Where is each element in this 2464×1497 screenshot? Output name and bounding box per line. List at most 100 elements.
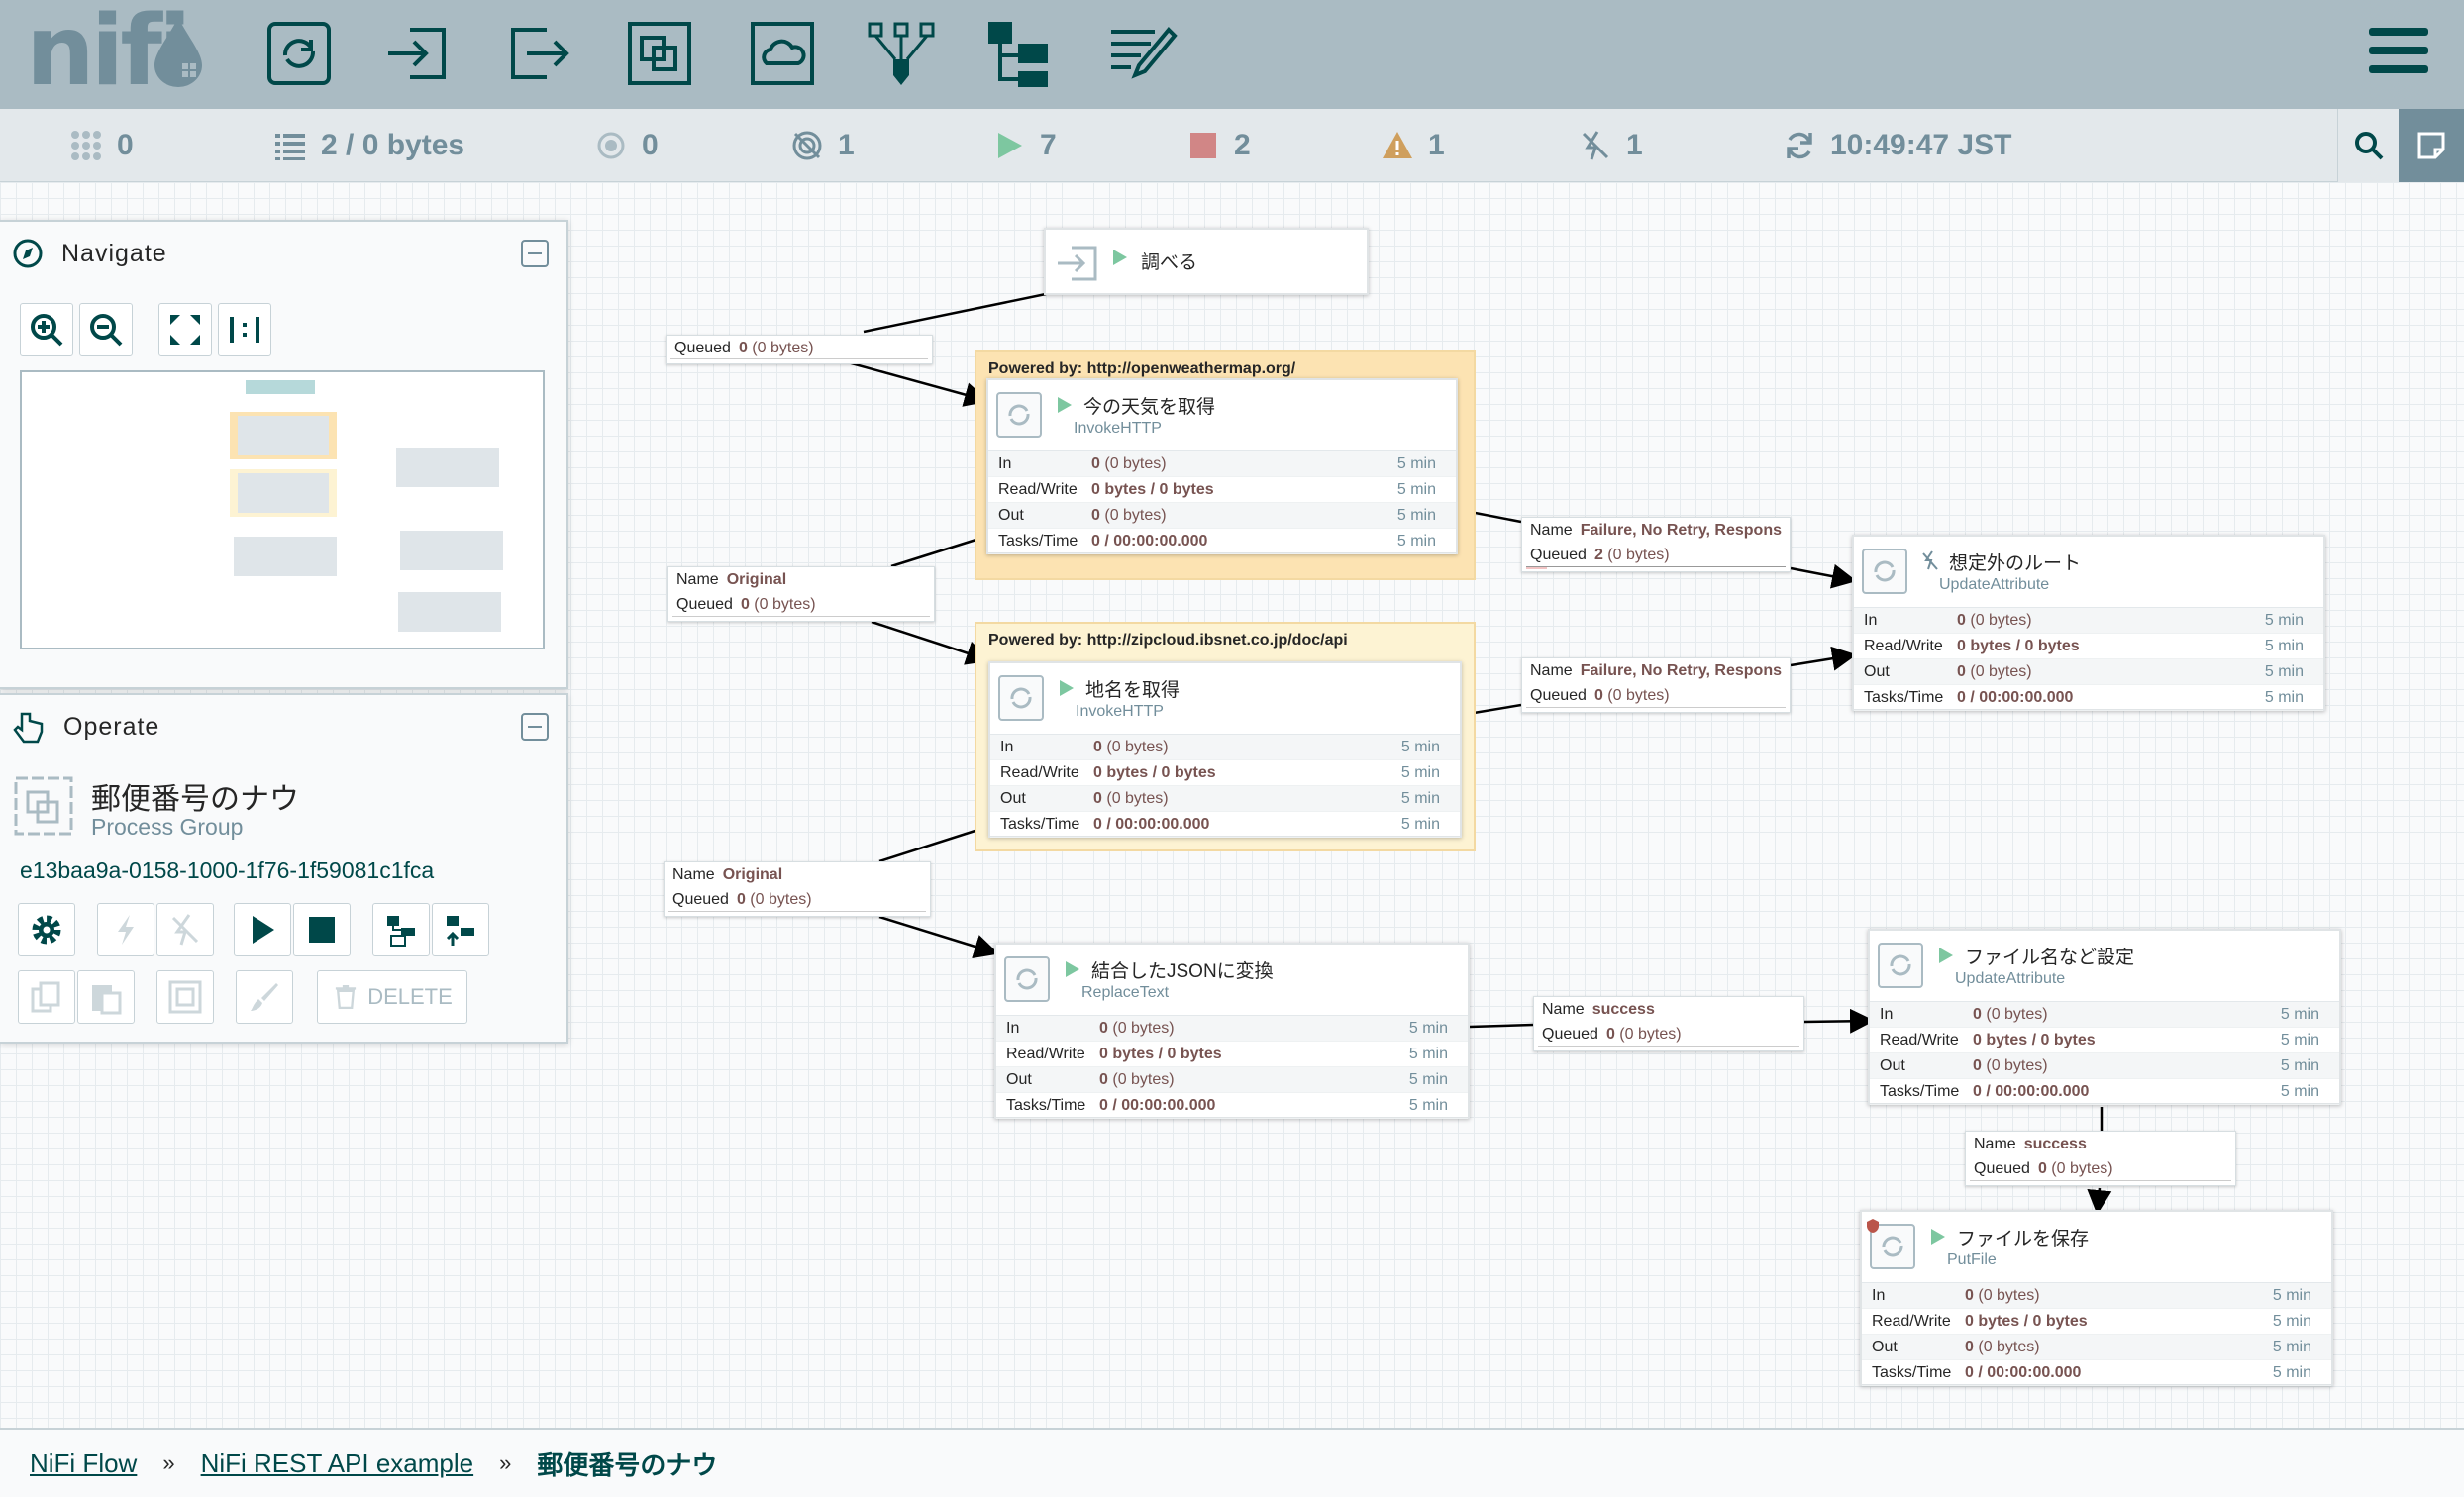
processor-weather[interactable]: 今の天気を取得 InvokeHTTP In 0 (0 bytes) 5 min Re… <box>986 378 1458 554</box>
restricted-shield-icon <box>1867 1219 1879 1233</box>
copy-button[interactable] <box>18 970 75 1024</box>
global-menu-icon[interactable] <box>2369 26 2428 75</box>
enable-button[interactable] <box>97 903 154 956</box>
configure-button[interactable] <box>18 903 75 956</box>
status-time-value: 10:49:47 JST <box>1830 129 2012 161</box>
processor-save-file[interactable]: ファイルを保存 PutFile In 0 (0 bytes) 5 min Read/… <box>1860 1210 2333 1386</box>
connection-label-c3[interactable]: Name Original Queued 0 (0 bytes) <box>664 861 931 917</box>
processor-header: ファイルを保存 PutFile <box>1862 1212 2331 1283</box>
connection-label-c2[interactable]: Name Original Queued 0 (0 bytes) <box>667 566 935 622</box>
status-not-transmitting: 0 <box>594 109 659 182</box>
pointer-hand-icon <box>13 712 44 744</box>
sticky-note-icon[interactable] <box>2414 129 2448 162</box>
zoom-in-button[interactable] <box>20 303 73 356</box>
connection-label-c4[interactable]: Name Failure, No Retry, Respons... Queued… <box>1521 517 1791 572</box>
create-template-button[interactable] <box>372 903 430 956</box>
flow-status-bar: 0 2 / 0 bytes 0 1 7 2 1 1 10:49:47 JST <box>0 109 2464 182</box>
upload-template-button[interactable] <box>432 903 489 956</box>
status-warnings: 1 <box>1381 109 1445 182</box>
running-icon <box>1060 680 1074 696</box>
status-refresh-time[interactable]: 10:49:47 JST <box>1783 109 2011 182</box>
processor-header: 地名を取得 InvokeHTTP <box>990 663 1460 735</box>
stop-icon <box>309 917 335 943</box>
group-button[interactable] <box>156 970 214 1024</box>
zoom-out-button[interactable] <box>79 303 133 356</box>
processor-filename-settings[interactable]: ファイル名など設定 UpdateAttribute In 0 (0 bytes) 5… <box>1868 929 2341 1105</box>
create-template-icon <box>387 916 415 947</box>
nifi-drop-icon <box>154 18 202 87</box>
zoom-in-icon <box>31 314 63 347</box>
disabled-icon <box>1582 131 1609 160</box>
breadcrumb-separator: » <box>499 1450 512 1475</box>
delete-label: DELETE <box>367 984 453 1009</box>
processor-stats: In 0 (0 bytes) 5 min Read/Write 0 bytes / 0… <box>1862 1283 2331 1386</box>
status-invalid: 1 <box>790 109 855 182</box>
stat-row-out: Out 0 (0 bytes) 5 min <box>1870 1053 2339 1079</box>
fit-screen-icon <box>170 315 200 345</box>
status-transmitting-value: 0 <box>117 129 134 161</box>
stat-row-out: Out 0 (0 bytes) 5 min <box>1854 659 2323 685</box>
start-button[interactable] <box>234 903 291 956</box>
connection-label-c5[interactable]: Name Failure, No Retry, Respons... Queued… <box>1521 657 1791 713</box>
breadcrumb-current: 郵便番号のナウ <box>537 1449 718 1480</box>
processor-stats: In 0 (0 bytes) 5 min Read/Write 0 bytes / 0… <box>1870 1002 2339 1105</box>
port-name: 調べる <box>1141 252 1198 273</box>
processor-icon[interactable] <box>261 16 337 91</box>
processor-json-convert[interactable]: 結合したJSONに変換 ReplaceText In 0 (0 bytes) 5 m… <box>994 943 1470 1119</box>
process-group-icon[interactable] <box>622 16 697 91</box>
zip-banner: Powered by: http://zipcloud.ibsnet.co.jp… <box>988 632 1348 649</box>
zoom-out-icon <box>90 314 123 347</box>
process-group-icon <box>14 776 73 836</box>
breadcrumb-parent[interactable]: NiFi REST API example <box>201 1448 474 1479</box>
stat-row-out: Out 0 (0 bytes) 5 min <box>990 786 1460 812</box>
navigate-collapse-button[interactable] <box>521 240 549 267</box>
search-icon[interactable] <box>2352 129 2386 162</box>
group-icon <box>168 980 202 1014</box>
stat-row-rw: Read/Write 0 bytes / 0 bytes 5 min <box>1854 634 2323 659</box>
connection-label-c6[interactable]: Name success Queued 0 (0 bytes) <box>1533 996 1804 1051</box>
status-running: 7 <box>992 109 1057 182</box>
stat-row-in: In 0 (0 bytes) 5 min <box>990 735 1460 760</box>
delete-button[interactable]: DELETE <box>317 970 467 1024</box>
remote-process-group-icon[interactable] <box>745 16 820 91</box>
paintbrush-icon <box>251 983 278 1011</box>
not-transmitting-icon <box>597 132 625 159</box>
funnel-icon[interactable] <box>864 16 939 91</box>
change-color-button[interactable] <box>236 970 293 1024</box>
selected-group-id: e13baa9a-0158-1000-1f76-1f59081c1fca <box>20 857 435 883</box>
processor-name: 想定外のルート <box>1949 553 2082 574</box>
zoom-actual-button[interactable] <box>218 303 271 356</box>
stop-button[interactable] <box>293 903 351 956</box>
input-port-icon[interactable] <box>380 16 456 91</box>
template-icon[interactable] <box>982 16 1058 91</box>
disable-button[interactable] <box>156 903 214 956</box>
connection-label-c7[interactable]: Name success Queued 0 (0 bytes) <box>1965 1131 2236 1186</box>
refresh-icon[interactable] <box>1783 129 1816 162</box>
search-button[interactable] <box>2337 109 2399 182</box>
label-icon[interactable] <box>1105 16 1181 91</box>
processor-name: 結合したJSONに変換 <box>1091 961 1274 982</box>
selected-group-type: Process Group <box>91 814 244 840</box>
processor-header: 結合したJSONに変換 ReplaceText <box>996 945 1468 1016</box>
stat-row-tasks: Tasks/Time 0 / 00:00:00.000 5 min <box>1862 1360 2331 1386</box>
stat-row-in: In 0 (0 bytes) 5 min <box>988 451 1456 477</box>
processor-place[interactable]: 地名を取得 InvokeHTTP In 0 (0 bytes) 5 min Read… <box>988 661 1462 838</box>
actual-size-icon <box>230 317 259 343</box>
breadcrumb-root[interactable]: NiFi Flow <box>30 1448 137 1479</box>
status-disabled: 1 <box>1579 109 1643 182</box>
stat-row-rw: Read/Write 0 bytes / 0 bytes 5 min <box>1862 1309 2331 1335</box>
stat-row-out: Out 0 (0 bytes) 5 min <box>996 1067 1468 1093</box>
processor-icon <box>1878 943 1923 988</box>
birdseye-view[interactable] <box>20 370 545 649</box>
processor-unexpected-route[interactable]: 想定外のルート UpdateAttribute In 0 (0 bytes) 5 m… <box>1852 535 2325 711</box>
zoom-fit-button[interactable] <box>158 303 212 356</box>
stat-row-rw: Read/Write 0 bytes / 0 bytes 5 min <box>990 760 1460 786</box>
output-port-icon[interactable] <box>503 16 578 91</box>
bulletin-board-button[interactable] <box>2399 109 2464 182</box>
status-stopped-value: 2 <box>1234 129 1251 161</box>
connection-label-c1[interactable]: Queued 0 (0 bytes) <box>666 335 933 364</box>
operate-collapse-button[interactable] <box>521 713 549 741</box>
navigate-title: Navigate <box>61 239 167 267</box>
input-port-check[interactable]: 調べる <box>1044 228 1369 295</box>
paste-button[interactable] <box>77 970 135 1024</box>
